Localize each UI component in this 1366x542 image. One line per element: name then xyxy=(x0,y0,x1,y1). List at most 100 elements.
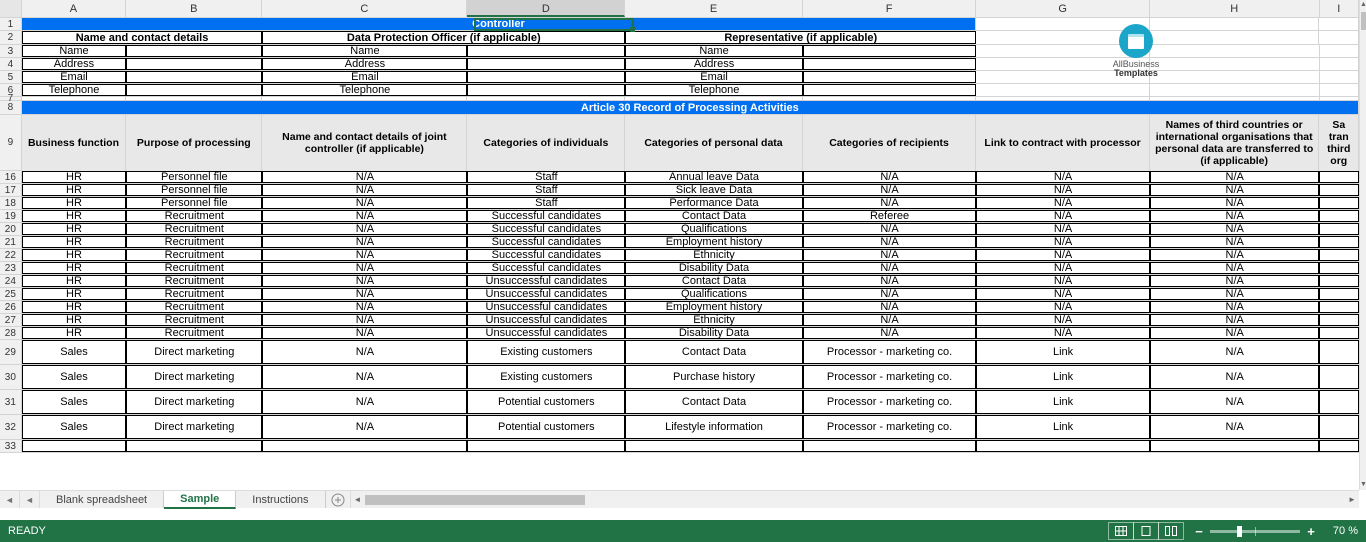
data-cell[interactable]: N/A xyxy=(976,184,1150,196)
data-cell[interactable]: N/A xyxy=(803,171,977,183)
data-cell[interactable]: Processor - marketing co. xyxy=(803,415,977,439)
field-label[interactable]: Email xyxy=(262,71,467,83)
view-page-break-button[interactable] xyxy=(1158,522,1184,540)
data-cell[interactable]: HR xyxy=(22,171,127,183)
data-cell[interactable]: N/A xyxy=(1150,390,1320,414)
data-cell[interactable]: Sales xyxy=(22,415,127,439)
data-cell[interactable]: N/A xyxy=(262,288,467,300)
data-cell[interactable]: Link xyxy=(976,390,1150,414)
data-cell[interactable]: HR xyxy=(22,249,127,261)
data-cell[interactable]: HR xyxy=(22,184,127,196)
data-cell[interactable] xyxy=(1319,236,1359,248)
data-cell[interactable]: Existing customers xyxy=(467,365,625,389)
data-cell[interactable]: HR xyxy=(22,197,127,209)
data-cell[interactable] xyxy=(803,440,977,452)
data-cell[interactable]: HR xyxy=(22,262,127,274)
data-cell[interactable]: N/A xyxy=(262,249,467,261)
table-column-header[interactable]: Name and contact details of joint contro… xyxy=(262,115,467,171)
scroll-right-arrow-icon[interactable]: ► xyxy=(1345,495,1359,504)
data-cell[interactable]: N/A xyxy=(803,223,977,235)
data-cell[interactable] xyxy=(1319,171,1359,183)
data-cell[interactable]: N/A xyxy=(262,327,467,339)
data-cell[interactable]: Link xyxy=(976,365,1150,389)
zoom-out-button[interactable]: − xyxy=(1194,524,1204,539)
row-header[interactable]: 27 xyxy=(0,314,22,326)
data-cell[interactable] xyxy=(1319,440,1359,452)
field-value[interactable] xyxy=(467,45,625,57)
data-cell[interactable]: Lifestyle information xyxy=(625,415,803,439)
data-cell[interactable]: N/A xyxy=(803,314,977,326)
row-header[interactable]: 24 xyxy=(0,275,22,287)
data-cell[interactable]: Employment history xyxy=(625,236,803,248)
data-cell[interactable]: Purchase history xyxy=(625,365,803,389)
section-header[interactable]: Representative (if applicable) xyxy=(625,31,976,44)
data-cell[interactable]: Contact Data xyxy=(625,340,803,364)
data-cell[interactable]: Contact Data xyxy=(625,275,803,287)
data-cell[interactable]: N/A xyxy=(1150,340,1320,364)
row-header[interactable]: 9 xyxy=(0,115,22,170)
data-cell[interactable]: N/A xyxy=(976,288,1150,300)
field-value[interactable] xyxy=(803,71,977,83)
data-cell[interactable]: Recruitment xyxy=(126,301,262,313)
data-cell[interactable]: Qualifications xyxy=(625,288,803,300)
data-cell[interactable]: N/A xyxy=(803,249,977,261)
row-header[interactable]: 19 xyxy=(0,210,22,222)
select-all-corner[interactable] xyxy=(0,0,22,17)
data-cell[interactable]: Annual leave Data xyxy=(625,171,803,183)
row-header[interactable]: 2 xyxy=(0,31,22,44)
data-cell[interactable]: Unsuccessful candidates xyxy=(467,314,625,326)
data-cell[interactable]: N/A xyxy=(1150,210,1320,222)
cell[interactable] xyxy=(1320,71,1360,83)
data-cell[interactable]: N/A xyxy=(976,223,1150,235)
row-header[interactable]: 4 xyxy=(0,58,22,70)
data-cell[interactable]: HR xyxy=(22,301,127,313)
data-cell[interactable]: Staff xyxy=(467,184,625,196)
row-header[interactable]: 28 xyxy=(0,327,22,339)
field-label[interactable]: Address xyxy=(22,58,127,70)
data-cell[interactable]: Link xyxy=(976,340,1150,364)
data-cell[interactable]: Direct marketing xyxy=(126,390,262,414)
view-normal-button[interactable] xyxy=(1108,522,1134,540)
data-cell[interactable]: N/A xyxy=(1150,314,1320,326)
zoom-percent-label[interactable]: 70 % xyxy=(1322,525,1358,537)
data-cell[interactable]: Staff xyxy=(467,171,625,183)
spreadsheet-area[interactable]: ABCDEFGHI 1Controller2Name and contact d… xyxy=(0,0,1359,490)
table-column-header[interactable]: Names of third countries or internationa… xyxy=(1150,115,1320,171)
section-header[interactable]: Data Protection Officer (if applicable) xyxy=(262,31,625,44)
data-cell[interactable] xyxy=(1319,275,1359,287)
data-cell[interactable]: Recruitment xyxy=(126,262,262,274)
data-cell[interactable]: N/A xyxy=(976,314,1150,326)
scroll-up-arrow-icon[interactable]: ▲ xyxy=(1360,0,1366,10)
add-sheet-button[interactable] xyxy=(326,491,350,508)
data-cell[interactable]: N/A xyxy=(1150,262,1320,274)
data-cell[interactable]: N/A xyxy=(1150,197,1320,209)
zoom-in-button[interactable]: + xyxy=(1306,524,1316,539)
sheet-nav-first-icon[interactable]: ◄ xyxy=(0,491,20,508)
data-cell[interactable]: Unsuccessful candidates xyxy=(467,301,625,313)
data-cell[interactable]: Existing customers xyxy=(467,340,625,364)
field-label[interactable]: Email xyxy=(625,71,803,83)
data-cell[interactable]: Qualifications xyxy=(625,223,803,235)
field-label[interactable]: Telephone xyxy=(262,84,467,96)
data-cell[interactable] xyxy=(1319,301,1359,313)
column-header-H[interactable]: H xyxy=(1150,0,1320,17)
table-column-header[interactable]: Categories of personal data xyxy=(625,115,803,171)
data-cell[interactable]: N/A xyxy=(803,301,977,313)
sheet-tab-blank-spreadsheet[interactable]: Blank spreadsheet xyxy=(40,491,164,508)
data-cell[interactable]: N/A xyxy=(1150,301,1320,313)
data-cell[interactable]: HR xyxy=(22,236,127,248)
table-column-header[interactable]: Categories of individuals xyxy=(467,115,625,171)
field-label[interactable]: Telephone xyxy=(22,84,127,96)
data-cell[interactable] xyxy=(1319,327,1359,339)
data-cell[interactable]: N/A xyxy=(1150,171,1320,183)
cell[interactable] xyxy=(467,97,625,100)
cell[interactable] xyxy=(1150,97,1320,100)
data-cell[interactable]: Recruitment xyxy=(126,249,262,261)
data-cell[interactable]: N/A xyxy=(1150,236,1320,248)
cell[interactable] xyxy=(262,97,467,100)
data-cell[interactable]: N/A xyxy=(976,236,1150,248)
data-cell[interactable]: N/A xyxy=(1150,365,1320,389)
data-cell[interactable]: Sales xyxy=(22,365,127,389)
data-cell[interactable]: Unsuccessful candidates xyxy=(467,275,625,287)
data-cell[interactable]: Direct marketing xyxy=(126,365,262,389)
